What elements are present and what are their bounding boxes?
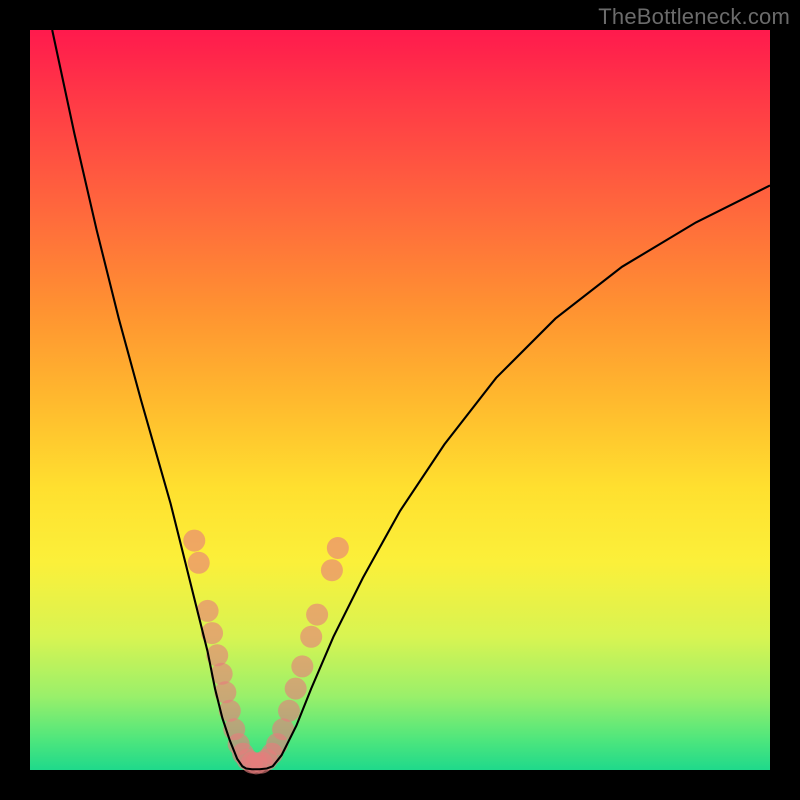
data-dot [300,626,322,648]
data-dot [183,530,205,552]
watermark-text: TheBottleneck.com [598,4,790,30]
data-dot [306,604,328,626]
data-dot [188,552,210,574]
chart-svg [30,30,770,770]
data-dot [321,559,343,581]
plot-area [30,30,770,770]
data-dot [285,678,307,700]
data-dot [327,537,349,559]
series-line [52,30,770,769]
data-dot [278,700,300,722]
chart-stage: TheBottleneck.com [0,0,800,800]
data-dot [291,655,313,677]
